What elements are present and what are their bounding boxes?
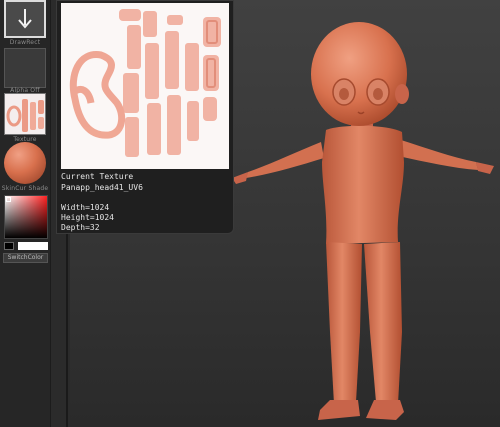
primary-color-swatch[interactable]: [18, 242, 48, 250]
texture-uv-thumbnail-icon: [6, 99, 44, 132]
draw-rect-tile[interactable]: [4, 0, 46, 38]
material-sphere[interactable]: [4, 142, 46, 184]
texture-height: Height=1024: [61, 213, 114, 222]
tool-shelf: DrawRect Alpha Off Texture SkinCur Shade…: [0, 0, 51, 427]
uv-layout-icon: [69, 9, 221, 157]
color-picker[interactable]: [4, 195, 48, 239]
texture-preview-image: [61, 3, 229, 169]
tooltip-title: Current Texture: [61, 172, 134, 181]
color-swatches: [4, 242, 48, 250]
color-picker-cursor: [6, 197, 11, 202]
secondary-color-swatch[interactable]: [4, 242, 14, 250]
texture-thumbnail[interactable]: [4, 93, 46, 135]
material-label: SkinCur Shade: [1, 185, 49, 192]
alpha-tile[interactable]: [4, 48, 46, 88]
draw-rect-label: DrawRect: [9, 39, 41, 46]
texture-depth: Depth=32: [61, 223, 100, 232]
texture-name: Panapp_head41_UV6: [61, 183, 143, 192]
character-model[interactable]: [226, 12, 500, 427]
down-arrow-icon: [18, 9, 32, 29]
texture-width: Width=1024: [61, 203, 110, 212]
texture-tooltip: Current Texture Panapp_head41_UV6 Width=…: [56, 0, 234, 234]
switch-color-button[interactable]: SwitchColor: [3, 253, 48, 263]
